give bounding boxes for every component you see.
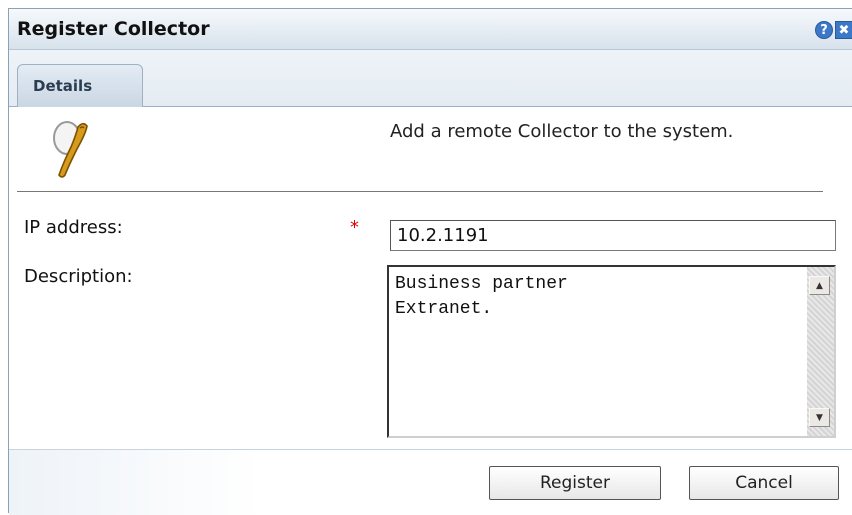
divider <box>17 191 823 192</box>
tab-details[interactable]: Details <box>17 64 143 107</box>
close-icon[interactable]: ✖ <box>835 21 852 39</box>
dialog-titlebar: Register Collector ? ✖ <box>9 9 852 50</box>
description-scrollbar[interactable]: ▲ ▼ <box>807 267 834 436</box>
ip-address-input[interactable] <box>390 220 836 251</box>
tab-strip: Details <box>9 50 852 107</box>
collector-net-icon <box>47 119 107 181</box>
intro-text: Add a remote Collector to the system. <box>390 121 734 142</box>
register-button[interactable]: Register <box>489 466 661 500</box>
dialog-title: Register Collector <box>17 18 210 40</box>
register-collector-dialog: Register Collector ? ✖ Details Add a rem… <box>8 8 852 515</box>
description-label: Description: <box>24 266 133 287</box>
scroll-up-icon[interactable]: ▲ <box>809 276 830 295</box>
description-textarea[interactable]: Business partner Extranet. ▲ ▼ <box>387 265 836 438</box>
cancel-button[interactable]: Cancel <box>689 466 839 500</box>
required-marker: * <box>350 217 359 238</box>
dialog-footer: Register Cancel <box>9 449 852 515</box>
help-icon[interactable]: ? <box>815 21 833 39</box>
scroll-down-icon[interactable]: ▼ <box>809 408 830 427</box>
ip-address-label: IP address: <box>24 217 123 238</box>
description-text: Business partner Extranet. <box>395 274 568 319</box>
